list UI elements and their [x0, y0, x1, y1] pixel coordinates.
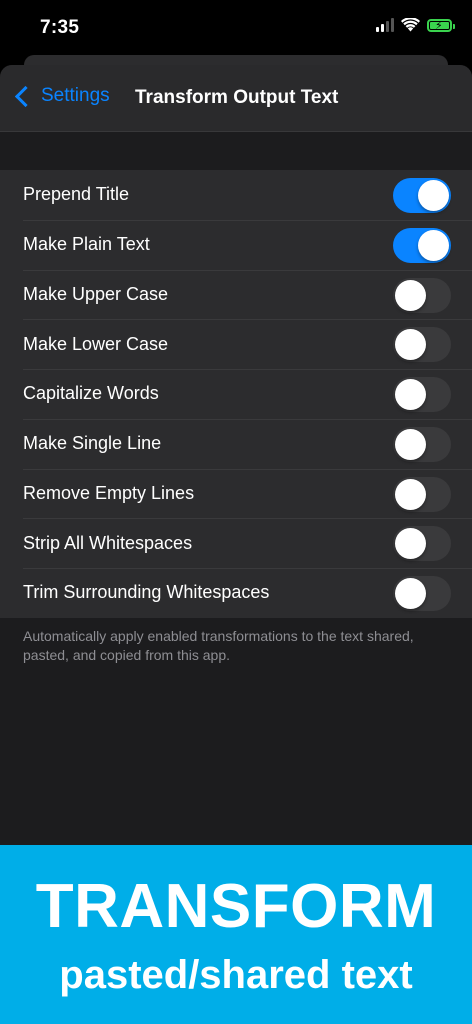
toggle-knob	[395, 428, 426, 460]
setting-row: Capitalize Words	[0, 369, 472, 419]
navigation-bar: Settings Transform Output Text	[0, 65, 472, 132]
setting-toggle[interactable]	[393, 426, 451, 462]
wifi-icon	[401, 18, 420, 32]
toggle-knob	[395, 478, 426, 510]
setting-label: Make Upper Case	[23, 283, 169, 304]
setting-row: Make Upper Case	[0, 269, 472, 320]
toggle-knob	[418, 229, 449, 261]
setting-toggle[interactable]	[393, 227, 451, 263]
setting-toggle[interactable]	[393, 476, 451, 512]
toggle-knob	[395, 329, 426, 361]
setting-row: Make Plain Text	[0, 219, 472, 270]
cellular-signal-icon	[376, 18, 394, 32]
setting-label: Strip All Whitespaces	[23, 532, 193, 553]
battery-charging-icon: ⚡	[427, 18, 455, 32]
banner-subtitle: pasted/shared text	[59, 953, 413, 997]
setting-label: Make Lower Case	[23, 333, 169, 354]
page-title: Transform Output Text	[135, 87, 339, 108]
setting-label: Remove Empty Lines	[23, 482, 195, 503]
setting-row: Make Lower Case	[0, 319, 472, 369]
setting-toggle[interactable]	[393, 178, 451, 213]
settings-footer-note: Automatically apply enabled transformati…	[23, 628, 414, 663]
setting-toggle[interactable]	[393, 576, 451, 611]
setting-row: Strip All Whitespaces	[0, 518, 472, 568]
setting-toggle[interactable]	[393, 377, 451, 412]
setting-row: Prepend Title	[0, 170, 472, 220]
setting-label: Prepend Title	[23, 184, 130, 205]
back-button[interactable]: Settings	[14, 85, 110, 107]
setting-label: Trim Surrounding Whitespaces	[23, 582, 270, 603]
status-bar: 7:35 ⚡	[0, 0, 472, 58]
setting-row: Trim Surrounding Whitespaces	[0, 568, 472, 618]
setting-row: Make Single Line	[0, 418, 472, 469]
setting-toggle[interactable]	[393, 277, 451, 313]
toggle-knob	[395, 528, 426, 560]
setting-label: Make Single Line	[23, 433, 162, 454]
setting-toggle[interactable]	[393, 327, 451, 363]
toggle-knob	[395, 379, 426, 410]
back-button-label: Settings	[41, 85, 110, 106]
promo-banner: TRANSFORM pasted/shared text	[0, 845, 472, 1024]
toggle-knob	[395, 578, 426, 609]
status-icons: ⚡	[376, 18, 455, 32]
setting-label: Make Plain Text	[23, 234, 150, 255]
chevron-left-icon	[14, 85, 37, 107]
toggle-knob	[395, 279, 426, 311]
settings-list: Prepend Title Make Plain Text Make Upper C…	[0, 170, 472, 618]
banner-title: TRANSFORM	[35, 872, 437, 941]
settings-sheet: Settings Transform Output Text Prepend T…	[0, 65, 472, 845]
toggle-knob	[418, 180, 449, 211]
status-time: 7:35	[40, 17, 80, 38]
setting-label: Capitalize Words	[23, 383, 159, 404]
setting-toggle[interactable]	[393, 526, 451, 562]
setting-row: Remove Empty Lines	[0, 468, 472, 519]
